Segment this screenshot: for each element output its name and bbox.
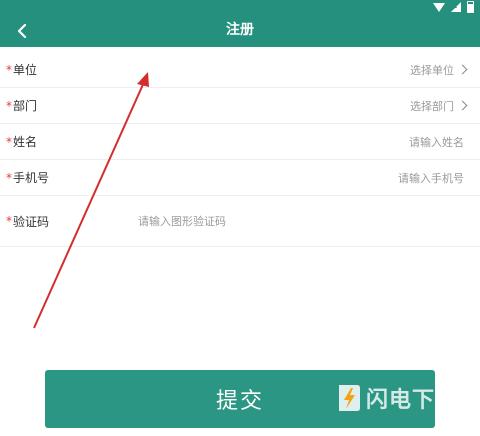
register-form: * 单位 选择单位 * 部门 选择部门 * 姓名 请输入姓名 * 手机号 请输入… xyxy=(0,52,480,247)
register-page: 注册 * 单位 选择单位 * 部门 选择部门 * xyxy=(0,0,480,436)
phone-input[interactable]: 请输入手机号 xyxy=(398,160,464,195)
department-label: 部门 xyxy=(13,99,38,113)
submit-button[interactable]: 提交 xyxy=(45,370,435,428)
captcha-label: 验证码 xyxy=(13,214,50,229)
unit-label-wrap: * 单位 xyxy=(6,52,37,87)
unit-select[interactable]: 选择单位 xyxy=(410,52,468,87)
header-bar: 注册 xyxy=(0,14,480,47)
captcha-label-wrap: * 验证码 xyxy=(6,196,49,246)
phone-row: * 手机号 请输入手机号 xyxy=(0,160,480,196)
chevron-right-icon xyxy=(457,64,468,75)
department-select-value: 选择部门 xyxy=(410,99,454,113)
captcha-input[interactable]: 请输入图形验证码 xyxy=(138,196,226,246)
battery-icon xyxy=(467,1,474,13)
phone-label-wrap: * 手机号 xyxy=(6,160,49,195)
captcha-row: * 验证码 请输入图形验证码 xyxy=(0,196,480,247)
unit-row[interactable]: * 单位 选择单位 xyxy=(0,52,480,88)
unit-select-value: 选择单位 xyxy=(410,63,454,77)
required-mark: * xyxy=(6,62,12,77)
phone-label: 手机号 xyxy=(13,171,50,185)
status-bar xyxy=(0,0,480,14)
wifi-icon xyxy=(433,2,445,12)
required-mark: * xyxy=(6,134,12,149)
department-row[interactable]: * 部门 选择部门 xyxy=(0,88,480,124)
department-label-wrap: * 部门 xyxy=(6,88,37,123)
page-title: 注册 xyxy=(226,22,254,38)
required-mark: * xyxy=(6,170,12,185)
submit-label: 提交 xyxy=(215,389,264,414)
name-label: 姓名 xyxy=(13,135,38,149)
name-row: * 姓名 请输入姓名 xyxy=(0,124,480,160)
required-mark: * xyxy=(6,98,12,113)
chevron-right-icon xyxy=(457,100,468,111)
unit-label: 单位 xyxy=(13,63,38,77)
name-label-wrap: * 姓名 xyxy=(6,124,37,159)
department-select[interactable]: 选择部门 xyxy=(410,88,468,123)
name-input[interactable]: 请输入姓名 xyxy=(409,124,464,159)
status-icons xyxy=(433,1,474,13)
required-mark: * xyxy=(6,214,12,228)
signal-icon xyxy=(451,1,461,12)
